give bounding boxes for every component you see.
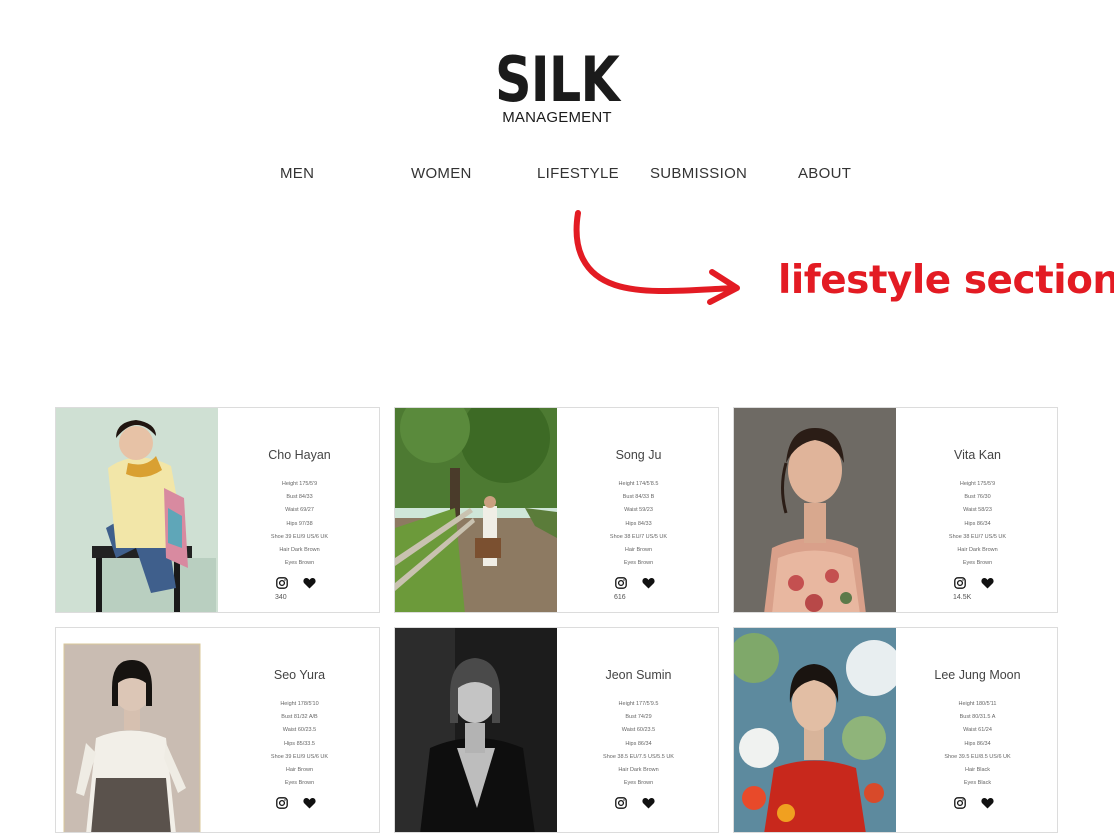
stat-height: Height 175/5'9 bbox=[281, 481, 318, 487]
stat-eyes: Eyes Brown bbox=[623, 780, 654, 787]
model-card[interactable]: Lee Jung Moon Height 180/5'11 Bust 80/31… bbox=[733, 627, 1058, 833]
model-stats: Height 174/5'8.5 Bust 84/33 B Waist 59/2… bbox=[557, 478, 718, 570]
main-nav: MEN WOMEN LIFESTYLE SUBMISSION ABOUT bbox=[0, 165, 1114, 187]
nav-item-lifestyle[interactable]: LIFESTYLE bbox=[537, 165, 619, 182]
stat-hair: Hair Brown bbox=[624, 547, 653, 554]
follower-count: 340 bbox=[275, 594, 287, 601]
model-card[interactable]: Cho Hayan Height 175/5'9 Bust 84/33 Wais… bbox=[55, 407, 380, 613]
stat-hair: Hair Dark Brown bbox=[618, 767, 659, 774]
model-name[interactable]: Jeon Sumin bbox=[557, 668, 718, 682]
stat-bust: Bust 81/32 A/B bbox=[281, 714, 318, 721]
stat-eyes: Eyes Black bbox=[963, 780, 992, 787]
model-name[interactable]: Lee Jung Moon bbox=[896, 668, 1057, 682]
stat-height: Height 178/5'10 bbox=[280, 701, 319, 707]
nav-item-about[interactable]: ABOUT bbox=[798, 165, 851, 182]
stat-waist: Waist 60/23.5 bbox=[282, 727, 317, 734]
instagram-icon[interactable] bbox=[954, 577, 966, 589]
stat-height: Height 174/5'8.5 bbox=[618, 481, 659, 487]
instagram-icon[interactable] bbox=[615, 797, 627, 809]
heart-icon[interactable] bbox=[303, 797, 316, 809]
stat-waist: Waist 58/23 bbox=[963, 507, 992, 514]
nav-item-submission[interactable]: SUBMISSION bbox=[650, 165, 747, 182]
model-card[interactable]: Vita Kan Height 175/5'9 Bust 76/30 Waist… bbox=[733, 407, 1058, 613]
model-photo[interactable] bbox=[734, 628, 896, 832]
stat-bust: Bust 76/30 bbox=[964, 494, 991, 501]
stat-bust: Bust 84/33 bbox=[286, 494, 313, 501]
brand-logo[interactable]: SILK MANAGEMENT bbox=[0, 48, 1114, 126]
stat-waist: Waist 59/23 bbox=[624, 507, 653, 514]
stat-hips: Hips 85/33.5 bbox=[284, 740, 315, 747]
brand-name: SILK bbox=[494, 43, 620, 116]
stat-shoe: Shoe 38.5 EU/7.5 US/5.5 UK bbox=[603, 753, 674, 760]
stat-height: Height 180/5'11 bbox=[958, 701, 997, 707]
heart-icon[interactable] bbox=[981, 577, 994, 589]
model-photo[interactable] bbox=[395, 408, 557, 612]
stat-shoe: Shoe 38 EU/7 US/5 UK bbox=[948, 533, 1007, 540]
model-info: Jeon Sumin Height 177/5'9.5 Bust 74/29 W… bbox=[557, 628, 718, 832]
model-info: Lee Jung Moon Height 180/5'11 Bust 80/31… bbox=[896, 628, 1057, 832]
annotation-label: lifestyle section bbox=[778, 258, 1114, 303]
model-stats: Height 177/5'9.5 Bust 74/29 Waist 60/23.… bbox=[557, 698, 718, 790]
model-stats: Height 180/5'11 Bust 80/31.5 A Waist 61/… bbox=[896, 698, 1057, 790]
model-info: Song Ju Height 174/5'8.5 Bust 84/33 B Wa… bbox=[557, 408, 718, 612]
stat-eyes: Eyes Brown bbox=[284, 560, 315, 567]
model-name[interactable]: Song Ju bbox=[557, 448, 718, 462]
stat-hair: Hair Brown bbox=[285, 767, 314, 774]
stat-hips: Hips 97/38 bbox=[286, 520, 313, 527]
follower-count: 616 bbox=[614, 594, 626, 601]
heart-icon[interactable] bbox=[303, 577, 316, 589]
model-card[interactable]: Jeon Sumin Height 177/5'9.5 Bust 74/29 W… bbox=[394, 627, 719, 833]
model-photo[interactable] bbox=[56, 408, 218, 612]
instagram-icon[interactable] bbox=[615, 577, 627, 589]
stat-waist: Waist 60/23.5 bbox=[621, 727, 656, 734]
stat-height: Height 175/5'9 bbox=[959, 481, 996, 487]
model-name[interactable]: Seo Yura bbox=[218, 668, 379, 682]
model-card[interactable]: Song Ju Height 174/5'8.5 Bust 84/33 B Wa… bbox=[394, 407, 719, 613]
nav-item-women[interactable]: WOMEN bbox=[411, 165, 472, 182]
stat-shoe: Shoe 38 EU/7 US/5 UK bbox=[609, 533, 668, 540]
instagram-icon[interactable] bbox=[276, 797, 288, 809]
stat-shoe: Shoe 39 EU/9 US/6 UK bbox=[270, 753, 329, 760]
stat-hair: Hair Dark Brown bbox=[279, 547, 320, 554]
model-info: Cho Hayan Height 175/5'9 Bust 84/33 Wais… bbox=[218, 408, 379, 612]
model-stats: Height 175/5'9 Bust 76/30 Waist 58/23 Hi… bbox=[896, 478, 1057, 570]
stat-hips: Hips 86/34 bbox=[964, 740, 991, 747]
model-stats: Height 178/5'10 Bust 81/32 A/B Waist 60/… bbox=[218, 698, 379, 790]
heart-icon[interactable] bbox=[642, 577, 655, 589]
follower-count: 14.5K bbox=[953, 594, 972, 601]
stat-hair: Hair Dark Brown bbox=[957, 547, 998, 554]
model-card[interactable]: Seo Yura Height 178/5'10 Bust 81/32 A/B … bbox=[55, 627, 380, 833]
stat-hair: Hair Black bbox=[964, 767, 991, 774]
stat-eyes: Eyes Brown bbox=[962, 560, 993, 567]
stat-waist: Waist 69/27 bbox=[285, 507, 314, 514]
model-info: Vita Kan Height 175/5'9 Bust 76/30 Waist… bbox=[896, 408, 1057, 612]
model-name[interactable]: Vita Kan bbox=[896, 448, 1057, 462]
nav-item-men[interactable]: MEN bbox=[280, 165, 314, 182]
stat-hips: Hips 86/34 bbox=[625, 740, 652, 747]
stat-bust: Bust 84/33 B bbox=[622, 494, 655, 501]
stat-bust: Bust 74/29 bbox=[625, 714, 652, 721]
model-photo[interactable] bbox=[734, 408, 896, 612]
stat-shoe: Shoe 39 EU/9 US/6 UK bbox=[270, 533, 329, 540]
stat-shoe: Shoe 39.5 EU/8.5 US/6 UK bbox=[944, 753, 1011, 760]
model-info: Seo Yura Height 178/5'10 Bust 81/32 A/B … bbox=[218, 628, 379, 832]
instagram-icon[interactable] bbox=[954, 797, 966, 809]
model-name[interactable]: Cho Hayan bbox=[218, 448, 379, 462]
heart-icon[interactable] bbox=[642, 797, 655, 809]
model-stats: Height 175/5'9 Bust 84/33 Waist 69/27 Hi… bbox=[218, 478, 379, 570]
stat-eyes: Eyes Brown bbox=[623, 560, 654, 567]
stat-hips: Hips 84/33 bbox=[625, 520, 652, 527]
instagram-icon[interactable] bbox=[276, 577, 288, 589]
model-photo[interactable] bbox=[395, 628, 557, 832]
heart-icon[interactable] bbox=[981, 797, 994, 809]
stat-eyes: Eyes Brown bbox=[284, 780, 315, 787]
stat-bust: Bust 80/31.5 A bbox=[959, 714, 996, 721]
model-photo[interactable] bbox=[56, 628, 218, 832]
stat-height: Height 177/5'9.5 bbox=[618, 701, 659, 707]
stat-hips: Hips 86/34 bbox=[964, 520, 991, 527]
stat-waist: Waist 61/24 bbox=[963, 727, 992, 734]
